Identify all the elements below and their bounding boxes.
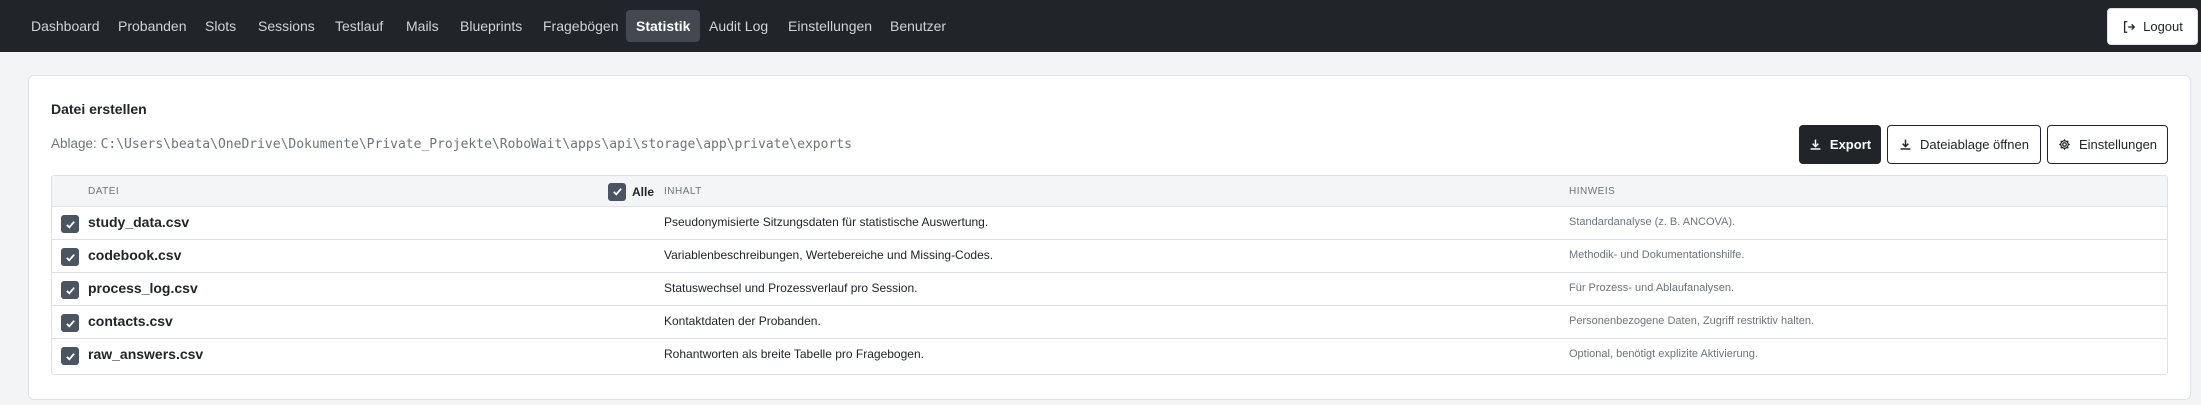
- file-hint: Personenbezogene Daten, Zugriff restrikt…: [1569, 315, 1814, 327]
- file-content: Variablenbeschreibungen, Wertebereiche u…: [664, 248, 994, 262]
- card-title: Datei erstellen: [51, 101, 147, 117]
- row-checkbox[interactable]: [61, 215, 79, 233]
- nav-item-einstellungen[interactable]: Einstellungen: [778, 10, 882, 42]
- storage-path-label: Ablage:: [51, 136, 97, 151]
- file-content: Rohantworten als breite Tabelle pro Frag…: [664, 347, 924, 361]
- column-header-hint: Hinweis: [1569, 186, 1616, 197]
- checkbox-checked-icon: [608, 182, 626, 201]
- table-row: study_data.csv Pseudonymisierte Sitzungs…: [52, 207, 2167, 240]
- table-row: process_log.csv Statuswechsel und Prozes…: [52, 273, 2167, 306]
- file-hint: Optional, benötigt explizite Aktivierung…: [1569, 348, 1758, 360]
- table-row: raw_answers.csv Rohantworten als breite …: [52, 339, 2167, 372]
- column-header-content: Inhalt: [664, 186, 702, 197]
- export-files-table: Datei Alle Inhalt Hinweis study_data.csv…: [51, 175, 2168, 375]
- logout-icon: [2124, 20, 2136, 33]
- gear-icon: [2059, 139, 2070, 150]
- export-button-label: Export: [1829, 137, 1872, 152]
- open-folder-button[interactable]: Dateiablage öffnen: [1887, 125, 2041, 164]
- storage-path: Ablage: C:\Users\beata\OneDrive\Dokument…: [51, 136, 852, 152]
- logout-label: Logout: [2143, 19, 2183, 34]
- nav-item-audit-log[interactable]: Audit Log: [699, 10, 778, 42]
- row-checkbox[interactable]: [61, 248, 79, 266]
- file-name: raw_answers.csv: [88, 346, 204, 362]
- file-name: process_log.csv: [88, 280, 198, 296]
- settings-button[interactable]: Einstellungen: [2047, 125, 2168, 164]
- file-name: study_data.csv: [88, 214, 190, 230]
- table-row: codebook.csv Variablenbeschreibungen, We…: [52, 240, 2167, 273]
- nav-item-frageboegen[interactable]: Fragebögen: [533, 10, 629, 42]
- file-hint: Methodik- und Dokumentationshilfe.: [1569, 249, 1745, 261]
- nav-item-blueprints[interactable]: Blueprints: [450, 10, 532, 42]
- table-row: contacts.csv Kontaktdaten der Probanden.…: [52, 306, 2167, 339]
- file-hint: Standardanalyse (z. B. ANCOVA).: [1569, 216, 1736, 228]
- nav-item-mails[interactable]: Mails: [396, 10, 449, 42]
- select-all-label: Alle: [632, 184, 655, 199]
- file-hint: Für Prozess- und Ablaufanalysen.: [1569, 282, 1735, 294]
- checkmark-icon: [65, 286, 75, 295]
- checkmark-icon: [65, 253, 75, 262]
- file-content: Kontaktdaten der Probanden.: [664, 314, 821, 328]
- file-content: Pseudonymisierte Sitzungsdaten für stati…: [664, 215, 989, 229]
- nav-item-statistik[interactable]: Statistik: [626, 10, 701, 42]
- row-checkbox[interactable]: [61, 314, 79, 332]
- export-card: Datei erstellen Ablage: C:\Users\beata\O…: [28, 75, 2191, 400]
- file-content: Statuswechsel und Prozessverlauf pro Ses…: [664, 281, 918, 295]
- storage-path-value: C:\Users\beata\OneDrive\Dokumente\Privat…: [100, 137, 852, 152]
- nav-item-testlauf[interactable]: Testlauf: [325, 10, 393, 42]
- open-folder-button-label: Dateiablage öffnen: [1920, 137, 2029, 152]
- select-all-checkbox[interactable]: Alle: [608, 182, 654, 201]
- top-navbar: Dashboard Probanden Slots Sessions Testl…: [0, 0, 2201, 52]
- download-icon: [1900, 139, 1911, 150]
- table-header: Datei Alle Inhalt Hinweis: [52, 176, 2167, 207]
- checkmark-icon: [65, 319, 75, 328]
- row-checkbox[interactable]: [61, 281, 79, 299]
- checkmark-icon: [65, 352, 75, 361]
- file-name: codebook.csv: [88, 247, 182, 263]
- export-button[interactable]: Export: [1799, 125, 1881, 164]
- logout-button[interactable]: Logout: [2107, 8, 2198, 45]
- nav-item-slots[interactable]: Slots: [195, 10, 246, 42]
- nav-item-benutzer[interactable]: Benutzer: [880, 10, 956, 42]
- nav-item-probanden[interactable]: Probanden: [108, 10, 197, 42]
- download-icon: [1810, 139, 1821, 150]
- nav-item-dashboard[interactable]: Dashboard: [21, 10, 110, 42]
- nav-item-sessions[interactable]: Sessions: [248, 10, 325, 42]
- column-header-file: Datei: [88, 186, 120, 197]
- file-name: contacts.csv: [88, 313, 173, 329]
- checkmark-icon: [65, 220, 75, 229]
- settings-button-label: Einstellungen: [2078, 137, 2158, 152]
- row-checkbox[interactable]: [61, 347, 79, 365]
